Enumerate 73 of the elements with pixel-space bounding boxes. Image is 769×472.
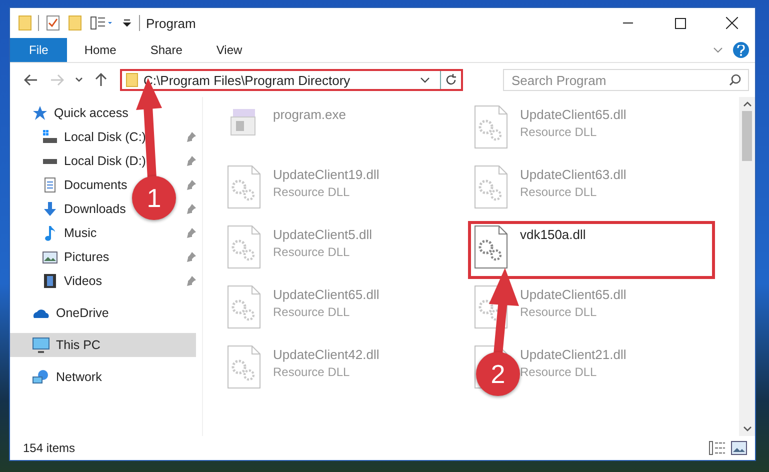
gear-file-icon bbox=[227, 285, 261, 329]
gear-file-icon bbox=[227, 345, 261, 389]
file-type: Resource DLL bbox=[273, 245, 351, 259]
address-bar[interactable]: C:\Program Files\Program Directory bbox=[120, 69, 463, 91]
document-icon bbox=[42, 177, 58, 193]
search-icon bbox=[729, 74, 742, 86]
file-type: Resource DLL bbox=[520, 365, 598, 379]
file-name: UpdateClient65.dll bbox=[520, 107, 626, 122]
sidebar-item[interactable]: Downloads bbox=[10, 197, 130, 221]
gear-file-icon bbox=[474, 105, 508, 149]
picture-icon bbox=[42, 249, 58, 265]
file-type: Resource DLL bbox=[520, 125, 598, 139]
ribbon-tab[interactable]: View bbox=[199, 38, 260, 62]
large-icons-view-icon[interactable] bbox=[731, 441, 747, 455]
sidebar-item[interactable]: Network bbox=[10, 365, 106, 389]
scroll-down-icon[interactable] bbox=[742, 426, 752, 432]
file-name: UpdateClient63.dll bbox=[520, 167, 626, 182]
file-menu-tab[interactable]: File bbox=[10, 38, 68, 62]
close-icon bbox=[726, 17, 738, 29]
up-arrow-icon bbox=[94, 73, 107, 87]
ribbon-tab[interactable]: Home bbox=[67, 38, 134, 62]
network-icon bbox=[32, 369, 50, 385]
chevron-down-icon bbox=[74, 77, 83, 83]
file-name: UpdateClient19.dll bbox=[273, 167, 380, 182]
scroll-up-icon[interactable] bbox=[742, 101, 752, 107]
drive-icon bbox=[42, 129, 58, 145]
sidebar-item[interactable]: Videos bbox=[10, 269, 106, 293]
sidebar-item[interactable]: Pictures bbox=[10, 245, 114, 269]
sidebar-item[interactable]: Documents bbox=[10, 173, 132, 197]
folder-icon bbox=[18, 15, 32, 31]
back-arrow-icon bbox=[24, 74, 38, 86]
music-note-icon bbox=[42, 225, 58, 241]
window-title: Program bbox=[146, 16, 196, 30]
sidebar-item[interactable]: This PC bbox=[10, 333, 196, 357]
details-view-icon[interactable] bbox=[709, 441, 725, 455]
down-arrow-icon bbox=[42, 201, 58, 217]
refresh-icon bbox=[444, 74, 457, 86]
file-name: vdk150a.dll bbox=[520, 227, 586, 242]
gear-file-icon bbox=[227, 165, 261, 209]
maximize-icon bbox=[674, 18, 686, 28]
search-field[interactable]: Search Program bbox=[502, 69, 750, 91]
item-count: 154 items bbox=[23, 441, 76, 455]
folder-icon bbox=[126, 73, 138, 87]
ribbon-tab[interactable]: Share bbox=[133, 38, 200, 62]
file-name: UpdateClient65.dll bbox=[273, 287, 380, 302]
file-name: UpdateClient42.dll bbox=[273, 347, 380, 362]
file-item[interactable]: vdk150a.dll bbox=[520, 225, 586, 275]
gear-file-icon bbox=[227, 225, 261, 269]
sidebar-item[interactable]: Local Disk (C:) bbox=[10, 125, 150, 149]
help-icon[interactable] bbox=[733, 42, 749, 58]
sidebar-item[interactable]: OneDrive bbox=[10, 301, 113, 325]
gear-file-icon bbox=[474, 225, 508, 269]
file-name: UpdateClient5.dll bbox=[273, 227, 372, 242]
film-icon bbox=[42, 273, 58, 289]
scroll-thumb[interactable] bbox=[742, 111, 752, 161]
gear-file-icon bbox=[474, 165, 508, 209]
file-type: Resource DLL bbox=[273, 305, 351, 319]
file-type: Resource DLL bbox=[273, 185, 351, 199]
address-path: C:\Program Files\Program Directory bbox=[144, 72, 352, 88]
sidebar-item[interactable]: Local Disk (D:) bbox=[10, 149, 150, 173]
sidebar-item[interactable]: Music bbox=[10, 221, 101, 245]
drive-icon bbox=[43, 158, 57, 164]
file-type: Resource DLL bbox=[520, 185, 598, 199]
monitor-icon bbox=[32, 337, 50, 353]
file-name: UpdateClient65.dll bbox=[520, 287, 626, 302]
star-icon bbox=[32, 105, 48, 121]
sidebar-item[interactable]: Quick access bbox=[10, 101, 132, 125]
file-name: program.exe bbox=[273, 107, 346, 122]
file-type: Resource DLL bbox=[520, 305, 598, 319]
file-name: UpdateClient21.dll bbox=[520, 347, 626, 362]
forward-arrow-icon bbox=[50, 74, 64, 86]
chevron-down-icon[interactable] bbox=[713, 47, 723, 53]
file-type: Resource DLL bbox=[273, 365, 351, 379]
